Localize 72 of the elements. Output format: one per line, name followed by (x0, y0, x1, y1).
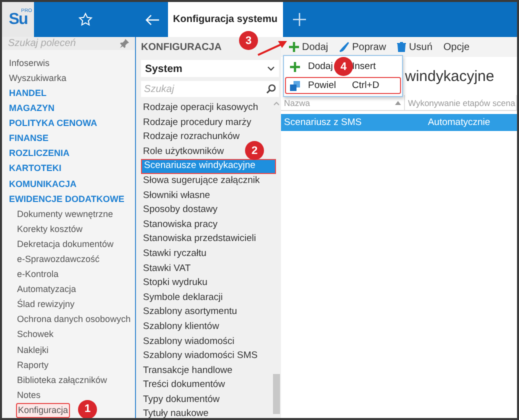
scroll-up-icon[interactable] (273, 101, 280, 106)
scroll-thumb[interactable] (273, 374, 280, 414)
toolbar-button[interactable]: Opcje (441, 38, 472, 56)
step-number: 4 (334, 57, 353, 76)
list-item[interactable]: Rodzaje rozrachunków (141, 130, 242, 145)
section-heading[interactable]: POLITYKA CENOWA (8, 116, 98, 132)
search-icon (266, 84, 276, 94)
list-item[interactable]: Szablony asortymentu (141, 305, 240, 320)
list-item[interactable]: Stanowiska przedstawicieli (141, 232, 258, 247)
list-item[interactable]: Role użytkowników (141, 144, 226, 160)
list-item[interactable]: Szablony klientów (141, 320, 222, 334)
toolbar-button[interactable]: Popraw (337, 38, 388, 56)
menu-item[interactable]: Dodaj (308, 61, 333, 72)
trash-icon (397, 42, 406, 52)
page-title: windykacyjne (405, 68, 494, 84)
list-item[interactable]: Szablony wiadomości (141, 334, 236, 350)
toolbar-button[interactable]: Dodaj (287, 38, 330, 56)
list-item[interactable]: Treści dokumentów (141, 378, 228, 393)
menu-item[interactable]: Naklejki (16, 342, 50, 358)
menu-item[interactable]: Raporty (16, 358, 50, 373)
chevron-icon (267, 66, 275, 71)
section-heading[interactable]: KOMUNIKACJA (8, 176, 78, 192)
brush-icon (339, 42, 350, 52)
copy-icon (290, 80, 300, 90)
pointer-arrow (257, 40, 287, 56)
menu-item[interactable]: Konfiguracja (16, 402, 70, 418)
panel-heading: KONFIGURACJA (141, 42, 222, 55)
menu-item[interactable]: Powiel Ctrl+D (285, 77, 401, 94)
back-arrow-icon[interactable] (145, 14, 160, 26)
menu-item[interactable]: e-Kontrola (16, 267, 60, 282)
step-number: 1 (78, 400, 97, 418)
menu-item[interactable]: Notes (16, 388, 42, 403)
list-item[interactable]: Stawki ryczałtu (141, 246, 208, 262)
menu-item[interactable]: Dekretacja dokumentów (16, 236, 115, 252)
shortcut-text: Insert (352, 61, 377, 72)
list-item[interactable]: Symbole deklaracji (141, 290, 225, 306)
section-heading[interactable]: HANDEL (8, 86, 48, 102)
menu-item[interactable]: Ślad rewizyjny (16, 297, 76, 312)
list-item[interactable]: Stawki VAT (141, 262, 193, 276)
toolbar-button[interactable]: Usuń (395, 38, 434, 56)
list-item[interactable]: Szablony wiadomości SMS (141, 349, 260, 364)
list-item[interactable]: Rodzaje operacji kasowych (141, 101, 260, 116)
menu-item[interactable]: Biblioteka załączników (16, 372, 108, 388)
section-heading[interactable]: ROZLICZENIA (8, 146, 70, 162)
section-heading[interactable]: MAGAZYN (8, 101, 56, 116)
list-item[interactable]: Tytuły naukowe (141, 407, 211, 418)
plus-icon (289, 42, 299, 52)
list-item[interactable]: Rodzaje procedury marży (141, 116, 254, 130)
list-item[interactable]: Stanowiska pracy (141, 218, 220, 232)
pin-icon[interactable] (120, 38, 130, 48)
list-item[interactable]: Transakcje handlowe (141, 364, 234, 378)
list-item[interactable]: Słowniki własne (141, 188, 212, 204)
menu-item[interactable]: Dokumenty wewnętrzne (16, 206, 114, 222)
section-heading[interactable]: FINANSE (8, 131, 50, 146)
list-item[interactable]: Typy dokumentów (141, 392, 222, 408)
list-item[interactable]: Stopki wydruku (141, 276, 210, 291)
module-dropdown[interactable]: System (141, 60, 279, 77)
section-heading[interactable]: KARTOTEKI (8, 161, 62, 176)
menu-item[interactable]: Automatyzacja (16, 282, 78, 298)
menu-item[interactable]: Infoserwis (8, 56, 51, 71)
step-number: 2 (245, 141, 264, 160)
menu-item[interactable]: Schowek (16, 327, 55, 343)
section-heading[interactable]: EWIDENCJE DODATKOWE (8, 192, 126, 207)
menu-item[interactable]: Wyszukiwarka (8, 70, 68, 86)
list-item[interactable]: Słowa sugerujące załącznik (141, 174, 262, 189)
plus-icon (290, 62, 300, 72)
plus-icon[interactable] (293, 13, 306, 26)
menu-item[interactable]: Korekty kosztów (16, 222, 84, 237)
list-item[interactable]: Sposoby dostawy (141, 203, 220, 218)
menu-item[interactable]: e-Sprawozdawczość (16, 252, 101, 268)
star-icon[interactable] (78, 12, 93, 27)
menu-item[interactable]: Ochrona danych osobowych (16, 312, 132, 328)
